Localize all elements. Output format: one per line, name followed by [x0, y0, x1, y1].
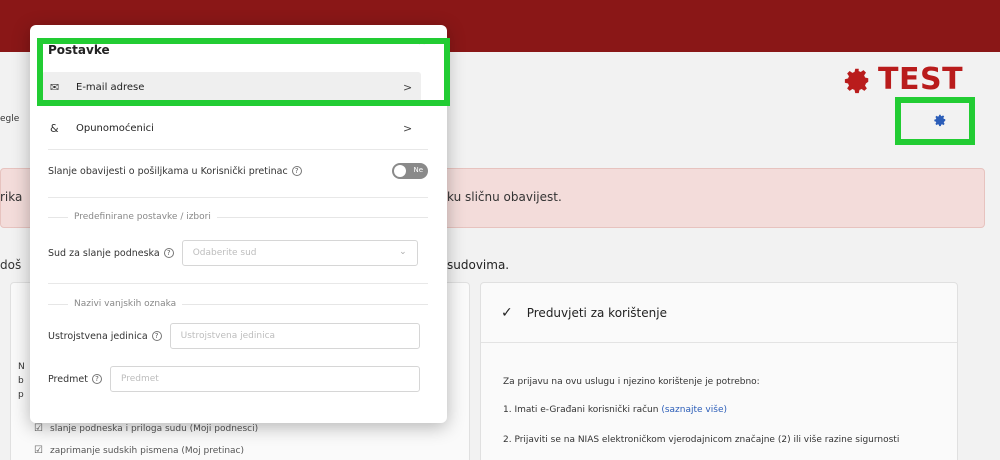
gear-icon [844, 68, 869, 93]
divider [48, 283, 428, 284]
card-header: ✓ Preduvjeti za korištenje [481, 283, 957, 343]
bg-fragment: N [18, 362, 25, 372]
learn-more-link[interactable]: (saznajte više) [661, 405, 727, 415]
requirement-item: 2. Prijaviti se na NIAS elektroničkom vj… [503, 435, 900, 445]
subject-input[interactable]: Predmet [109, 366, 420, 392]
court-field-row: Sud za slanje podneska ? Odaberite sud ⌄ [48, 240, 418, 266]
subject-field-row: Predmet ? Predmet [48, 366, 420, 392]
chevron-down-icon: ⌄ [399, 247, 407, 257]
alert-text: ku sličnu obavijest. [447, 190, 562, 204]
toggle-knob [394, 165, 406, 177]
checkbox-icon: ☑ [34, 423, 43, 434]
list-item: zaprimanje sudskih pismena (Moj pretinac… [50, 446, 245, 456]
help-icon[interactable]: ? [291, 166, 302, 176]
checkmark-icon: ✓ [501, 304, 513, 321]
intro-text: sudovima. [447, 258, 510, 272]
help-icon[interactable]: ? [91, 374, 102, 384]
section-title-external: Nazivi vanjskih oznaka [48, 299, 428, 309]
divider [48, 149, 428, 150]
card-intro: Za prijavu na ovu uslugu i njezino koriš… [503, 377, 760, 387]
notify-label: Slanje obavijesti o pošiljkama u Korisni… [48, 165, 288, 177]
list-item: slanje podneska i priloga sudu (Moji pod… [50, 424, 259, 434]
section-rule [216, 216, 428, 218]
requirement-text: 1. Imati e-Građani korisnički račun [503, 405, 659, 415]
court-select[interactable]: Odaberite sud ⌄ [181, 240, 418, 266]
toggle-state: Ne [413, 166, 423, 174]
subject-label: Predmet [48, 373, 88, 385]
subject-placeholder: Predmet [120, 374, 159, 384]
court-placeholder: Odaberite sud [192, 248, 257, 258]
section-rule [182, 303, 428, 305]
section-rule [48, 303, 68, 305]
menu-item-proxies[interactable]: & Opunomoćenici > [42, 113, 421, 143]
bg-fragment: rika [0, 190, 23, 204]
section-title-text: Predefinirane postavke / izbori [74, 212, 211, 222]
unit-field-row: Ustrojstvena jedinica ? Ustrojstvena jed… [48, 323, 420, 349]
bg-fragment: doš [0, 258, 22, 272]
checkbox-icon: ☑ [34, 445, 43, 456]
help-icon[interactable]: ? [163, 248, 174, 258]
notify-setting-row: Slanje obavijesti o pošiljkama u Korisni… [48, 161, 428, 181]
chevron-right-icon: > [403, 121, 413, 135]
section-rule [48, 216, 68, 218]
card-title: Preduvjeti za korištenje [526, 305, 667, 320]
section-title-text: Nazivi vanjskih oznaka [74, 299, 177, 309]
help-icon[interactable]: ? [151, 331, 162, 341]
requirement-item: 1. Imati e-Građani korisnički račun (saz… [503, 405, 727, 415]
unit-label: Ustrojstvena jedinica [48, 330, 148, 342]
users-icon: & [50, 121, 59, 135]
requirements-card: ✓ Preduvjeti za korištenje Za prijavu na… [480, 282, 958, 460]
notify-toggle[interactable]: Ne [392, 163, 428, 179]
brand-title: TEST [878, 62, 964, 97]
bg-fragment: b [18, 376, 24, 386]
menu-item-label: Opunomoćenici [76, 122, 154, 134]
brand-logo: TEST [842, 62, 963, 97]
unit-placeholder: Ustrojstvena jedinica [180, 331, 276, 341]
unit-input[interactable]: Ustrojstvena jedinica [169, 323, 420, 349]
divider [48, 197, 428, 198]
bg-fragment: p [18, 390, 24, 400]
court-label: Sud za slanje podneska [48, 247, 160, 259]
settings-highlight-box [895, 97, 975, 145]
section-title-predefined: Predefinirane postavke / izbori [48, 212, 428, 222]
bg-fragment: egle [0, 114, 20, 124]
email-menu-highlight-box [37, 38, 450, 106]
